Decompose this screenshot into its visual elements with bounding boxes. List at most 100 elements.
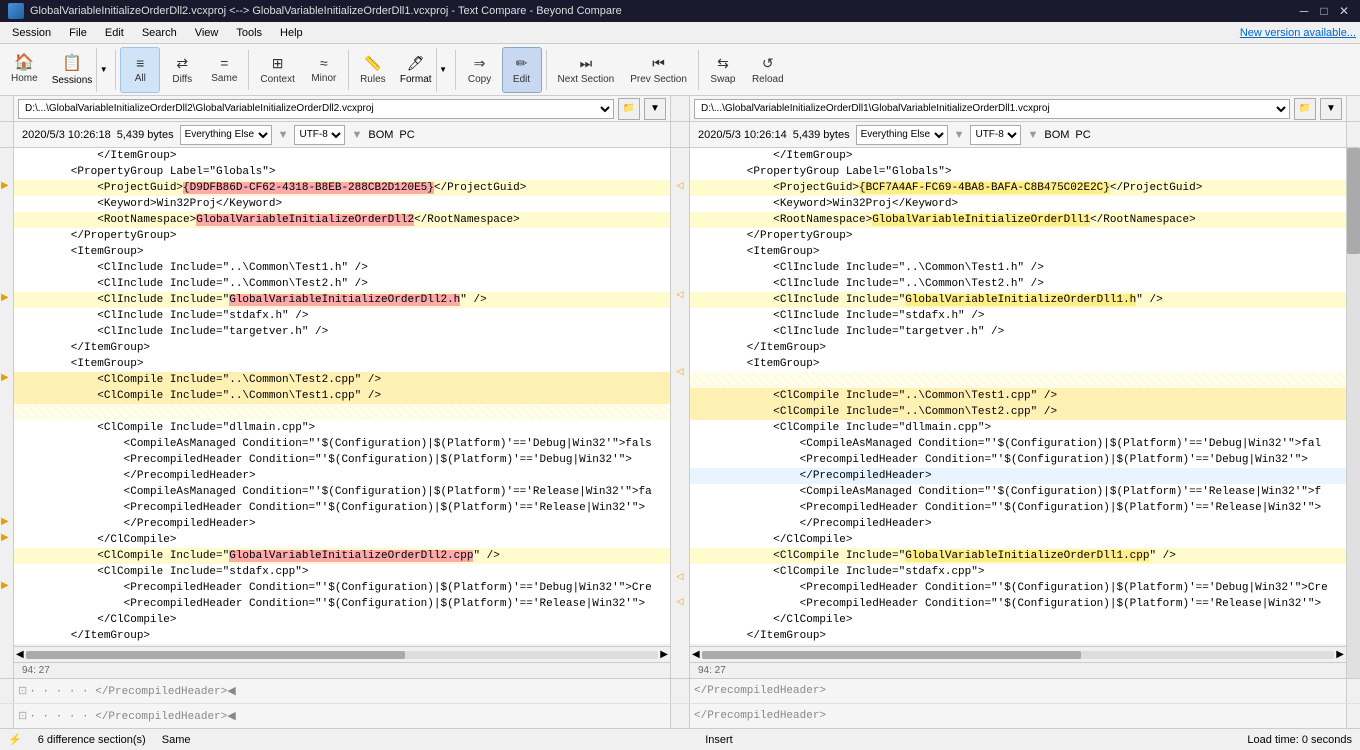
format-main[interactable]: 🖊 Format bbox=[396, 48, 436, 92]
left-code-area[interactable]: </ItemGroup> <PropertyGroup Label="Globa… bbox=[14, 148, 670, 646]
diff-count-text: 6 difference section(s) bbox=[38, 734, 146, 746]
sessions-label: Sessions bbox=[52, 75, 93, 86]
same-button[interactable]: = Same bbox=[204, 47, 244, 93]
table-row: <ClCompile Include="dllmain.cpp"> bbox=[690, 420, 1346, 436]
table-row: <ClInclude Include="stdafx.h" /> bbox=[14, 308, 670, 324]
table-row: <ClCompile Include="GlobalVariableInitia… bbox=[690, 548, 1346, 564]
prev-section-button[interactable]: ⏮ Prev Section bbox=[623, 47, 694, 93]
all-icon: ≡ bbox=[136, 55, 144, 71]
menu-view[interactable]: View bbox=[187, 25, 227, 41]
menu-file[interactable]: File bbox=[61, 25, 95, 41]
left-file-bar: D:\...\GlobalVariableInitializeOrderDll2… bbox=[14, 96, 670, 121]
sep6 bbox=[698, 50, 699, 90]
sessions-main[interactable]: 📋 Sessions bbox=[48, 48, 97, 92]
copy-label: Copy bbox=[468, 74, 491, 85]
minimize-button[interactable]: ─ bbox=[1296, 3, 1312, 19]
table-row: <ProjectGuid>{BCF7A4AF-FC69-4BA8-BAFA-C8… bbox=[690, 180, 1346, 196]
right-browse-button[interactable]: 📁 bbox=[1294, 98, 1316, 120]
menu-tools[interactable]: Tools bbox=[228, 25, 270, 41]
diff-count: ⚡ bbox=[8, 733, 22, 746]
right-bottom-line2: </PrecompiledHeader> bbox=[690, 704, 1346, 728]
edit-button[interactable]: ✏ Edit bbox=[502, 47, 542, 93]
same-label: Same bbox=[211, 73, 237, 84]
swap-icon: ⇆ bbox=[717, 55, 729, 72]
sessions-icon: 📋 bbox=[62, 53, 82, 73]
context-label: Context bbox=[260, 74, 294, 85]
left-encoding-select[interactable]: Everything Else UTF-8 bbox=[180, 125, 272, 145]
right-file-path[interactable]: D:\...\GlobalVariableInitializeOrderDll1… bbox=[694, 99, 1290, 119]
menu-bar: Session File Edit Search View Tools Help… bbox=[0, 22, 1360, 44]
right-encoding-select[interactable]: Everything Else UTF-8 bbox=[856, 125, 948, 145]
info-sep4: ▼ bbox=[1027, 129, 1038, 141]
table-row: <ItemGroup> bbox=[14, 356, 670, 372]
format-button[interactable]: 🖊 Format ▼ bbox=[395, 47, 451, 93]
table-row: <PrecompiledHeader Condition="'$(Configu… bbox=[690, 580, 1346, 596]
table-row: </PropertyGroup> bbox=[14, 228, 670, 244]
table-row: <ItemGroup> bbox=[14, 244, 670, 260]
table-row: </ItemGroup> bbox=[690, 628, 1346, 644]
center-divider: ◁ ◁ ◁ ◁ ◁ bbox=[670, 148, 690, 678]
left-bottom-line2: ⊡ · · · · · </PrecompiledHeader>◀ bbox=[14, 704, 670, 728]
table-row: <Keyword>Win32Proj</Keyword> bbox=[690, 196, 1346, 212]
left-charset-select[interactable]: UTF-8 bbox=[294, 125, 345, 145]
table-row: </ClCompile> bbox=[690, 612, 1346, 628]
minor-button[interactable]: ≈ Minor bbox=[304, 47, 344, 93]
table-row: <CompileAsManaged Condition="'$(Configur… bbox=[14, 436, 670, 452]
table-row: <ClInclude Include="..\Common\Test1.h" /… bbox=[690, 260, 1346, 276]
left-file-path[interactable]: D:\...\GlobalVariableInitializeOrderDll2… bbox=[18, 99, 614, 119]
table-row: <ClInclude Include="..\Common\Test2.h" /… bbox=[690, 276, 1346, 292]
maximize-button[interactable]: □ bbox=[1316, 3, 1332, 19]
right-date: 2020/5/3 10:26:14 bbox=[698, 129, 787, 141]
swap-button[interactable]: ⇆ Swap bbox=[703, 47, 743, 93]
table-row: <ClCompile Include="..\Common\Test2.cpp"… bbox=[690, 404, 1346, 420]
minor-label: Minor bbox=[311, 73, 336, 84]
menu-edit[interactable]: Edit bbox=[97, 25, 132, 41]
format-arrow[interactable]: ▼ bbox=[436, 48, 450, 92]
sep5 bbox=[546, 50, 547, 90]
table-row: <ProjectGuid>{D9DFB86D-CF62-4318-B8EB-28… bbox=[14, 180, 670, 196]
load-time: Load time: 0 seconds bbox=[1247, 734, 1352, 746]
right-open-button[interactable]: ▼ bbox=[1320, 98, 1342, 120]
diffs-button[interactable]: ⇄ Diffs bbox=[162, 47, 202, 93]
next-section-icon: ⏭ bbox=[580, 55, 593, 72]
left-browse-button[interactable]: 📁 bbox=[618, 98, 640, 120]
table-row: <PrecompiledHeader Condition="'$(Configu… bbox=[690, 452, 1346, 468]
title-bar: GlobalVariableInitializeOrderDll2.vcxpro… bbox=[0, 0, 1360, 22]
copy-button[interactable]: ⇒ Copy bbox=[460, 47, 500, 93]
sessions-arrow[interactable]: ▼ bbox=[96, 48, 110, 92]
right-code-area[interactable]: </ItemGroup> <PropertyGroup Label="Globa… bbox=[690, 148, 1346, 646]
table-row: <ItemGroup> bbox=[690, 356, 1346, 372]
table-row: <CompileAsManaged Condition="'$(Configur… bbox=[690, 484, 1346, 500]
next-section-button[interactable]: ⏭ Next Section bbox=[551, 47, 622, 93]
app-icon bbox=[8, 3, 24, 19]
reload-button[interactable]: ↺ Reload bbox=[745, 47, 791, 93]
menu-session[interactable]: Session bbox=[4, 25, 59, 41]
all-button[interactable]: ≡ All bbox=[120, 47, 160, 93]
table-row: <PrecompiledHeader Condition="'$(Configu… bbox=[690, 596, 1346, 612]
context-button[interactable]: ⊞ Context bbox=[253, 47, 301, 93]
right-hscroll[interactable]: ◀ ▶ bbox=[690, 646, 1346, 662]
table-row: </ClCompile> bbox=[14, 612, 670, 628]
home-button[interactable]: 🏠 Home bbox=[4, 47, 45, 93]
table-row: <RootNamespace>GlobalVariableInitializeO… bbox=[690, 212, 1346, 228]
table-row: </PrecompiledHeader> bbox=[690, 516, 1346, 532]
rules-icon: 📏 bbox=[364, 55, 381, 72]
all-label: All bbox=[135, 73, 146, 84]
info-sep2: ▼ bbox=[351, 129, 362, 141]
info-sep3: ▼ bbox=[954, 129, 965, 141]
menu-help[interactable]: Help bbox=[272, 25, 311, 41]
menu-search[interactable]: Search bbox=[134, 25, 185, 41]
edit-icon: ✏ bbox=[516, 55, 528, 72]
right-charset-select[interactable]: UTF-8 bbox=[970, 125, 1021, 145]
rules-button[interactable]: 📏 Rules bbox=[353, 47, 393, 93]
sessions-button[interactable]: 📋 Sessions ▼ bbox=[47, 47, 112, 93]
left-open-button[interactable]: ▼ bbox=[644, 98, 666, 120]
new-version-link[interactable]: New version available... bbox=[1240, 27, 1356, 39]
left-hscroll[interactable]: ◀ ▶ bbox=[14, 646, 670, 662]
table-row: </ClCompile> bbox=[690, 532, 1346, 548]
table-row: <ClCompile Include="dllmain.cpp"> bbox=[14, 420, 670, 436]
right-vscroll[interactable] bbox=[1346, 148, 1360, 678]
right-bom: BOM bbox=[1044, 129, 1069, 141]
close-button[interactable]: ✕ bbox=[1336, 3, 1352, 19]
table-row: <ClCompile Include="..\Common\Test1.cpp"… bbox=[14, 388, 670, 404]
